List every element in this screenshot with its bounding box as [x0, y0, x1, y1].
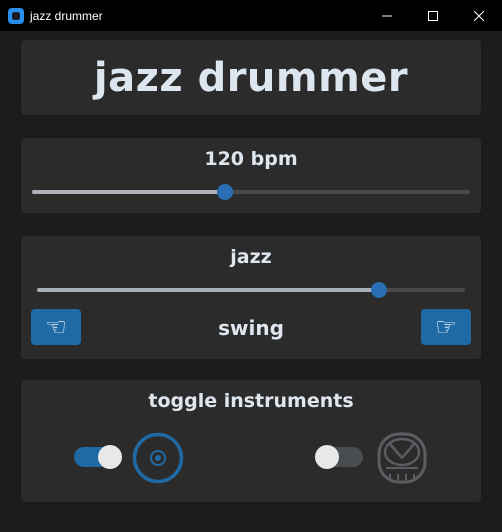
style-slider[interactable]: [37, 282, 465, 298]
maximize-button[interactable]: [410, 0, 456, 31]
drum-icon: [377, 432, 427, 484]
tempo-slider-fill: [32, 190, 225, 194]
drum-toggle-thumb: [315, 445, 339, 469]
tempo-slider[interactable]: [32, 184, 470, 200]
title-card: jazz drummer: [21, 40, 481, 115]
tempo-label: 120 bpm: [204, 148, 298, 170]
next-style-button[interactable]: ☞: [421, 309, 471, 345]
instruments-card: toggle instruments: [21, 380, 481, 502]
maximize-icon: [428, 10, 438, 21]
close-button[interactable]: [456, 0, 502, 31]
cymbal-toggle-thumb: [98, 445, 122, 469]
app-icon: [8, 7, 24, 24]
window-controls: [364, 0, 502, 31]
app-title: jazz drummer: [93, 54, 409, 101]
instruments-label: toggle instruments: [148, 390, 354, 412]
drum-toggle[interactable]: [315, 445, 363, 469]
style-slider-fill: [37, 288, 380, 292]
cymbal-toggle[interactable]: [74, 445, 122, 469]
hand-pointing-right-icon: ☞: [435, 313, 457, 341]
style-label: jazz: [230, 246, 272, 268]
close-icon: [474, 10, 484, 21]
minimize-icon: [382, 15, 392, 16]
feel-label: swing: [218, 316, 284, 340]
cymbal-icon: [132, 432, 184, 484]
tempo-slider-knob[interactable]: [216, 184, 233, 200]
tempo-card: 120 bpm: [21, 138, 481, 213]
style-card: jazz ☜ swing ☞: [21, 236, 481, 359]
style-slider-knob[interactable]: [371, 282, 388, 298]
window-titlebar: jazz drummer: [0, 0, 502, 31]
window-title: jazz drummer: [30, 8, 103, 23]
minimize-button[interactable]: [364, 0, 410, 31]
